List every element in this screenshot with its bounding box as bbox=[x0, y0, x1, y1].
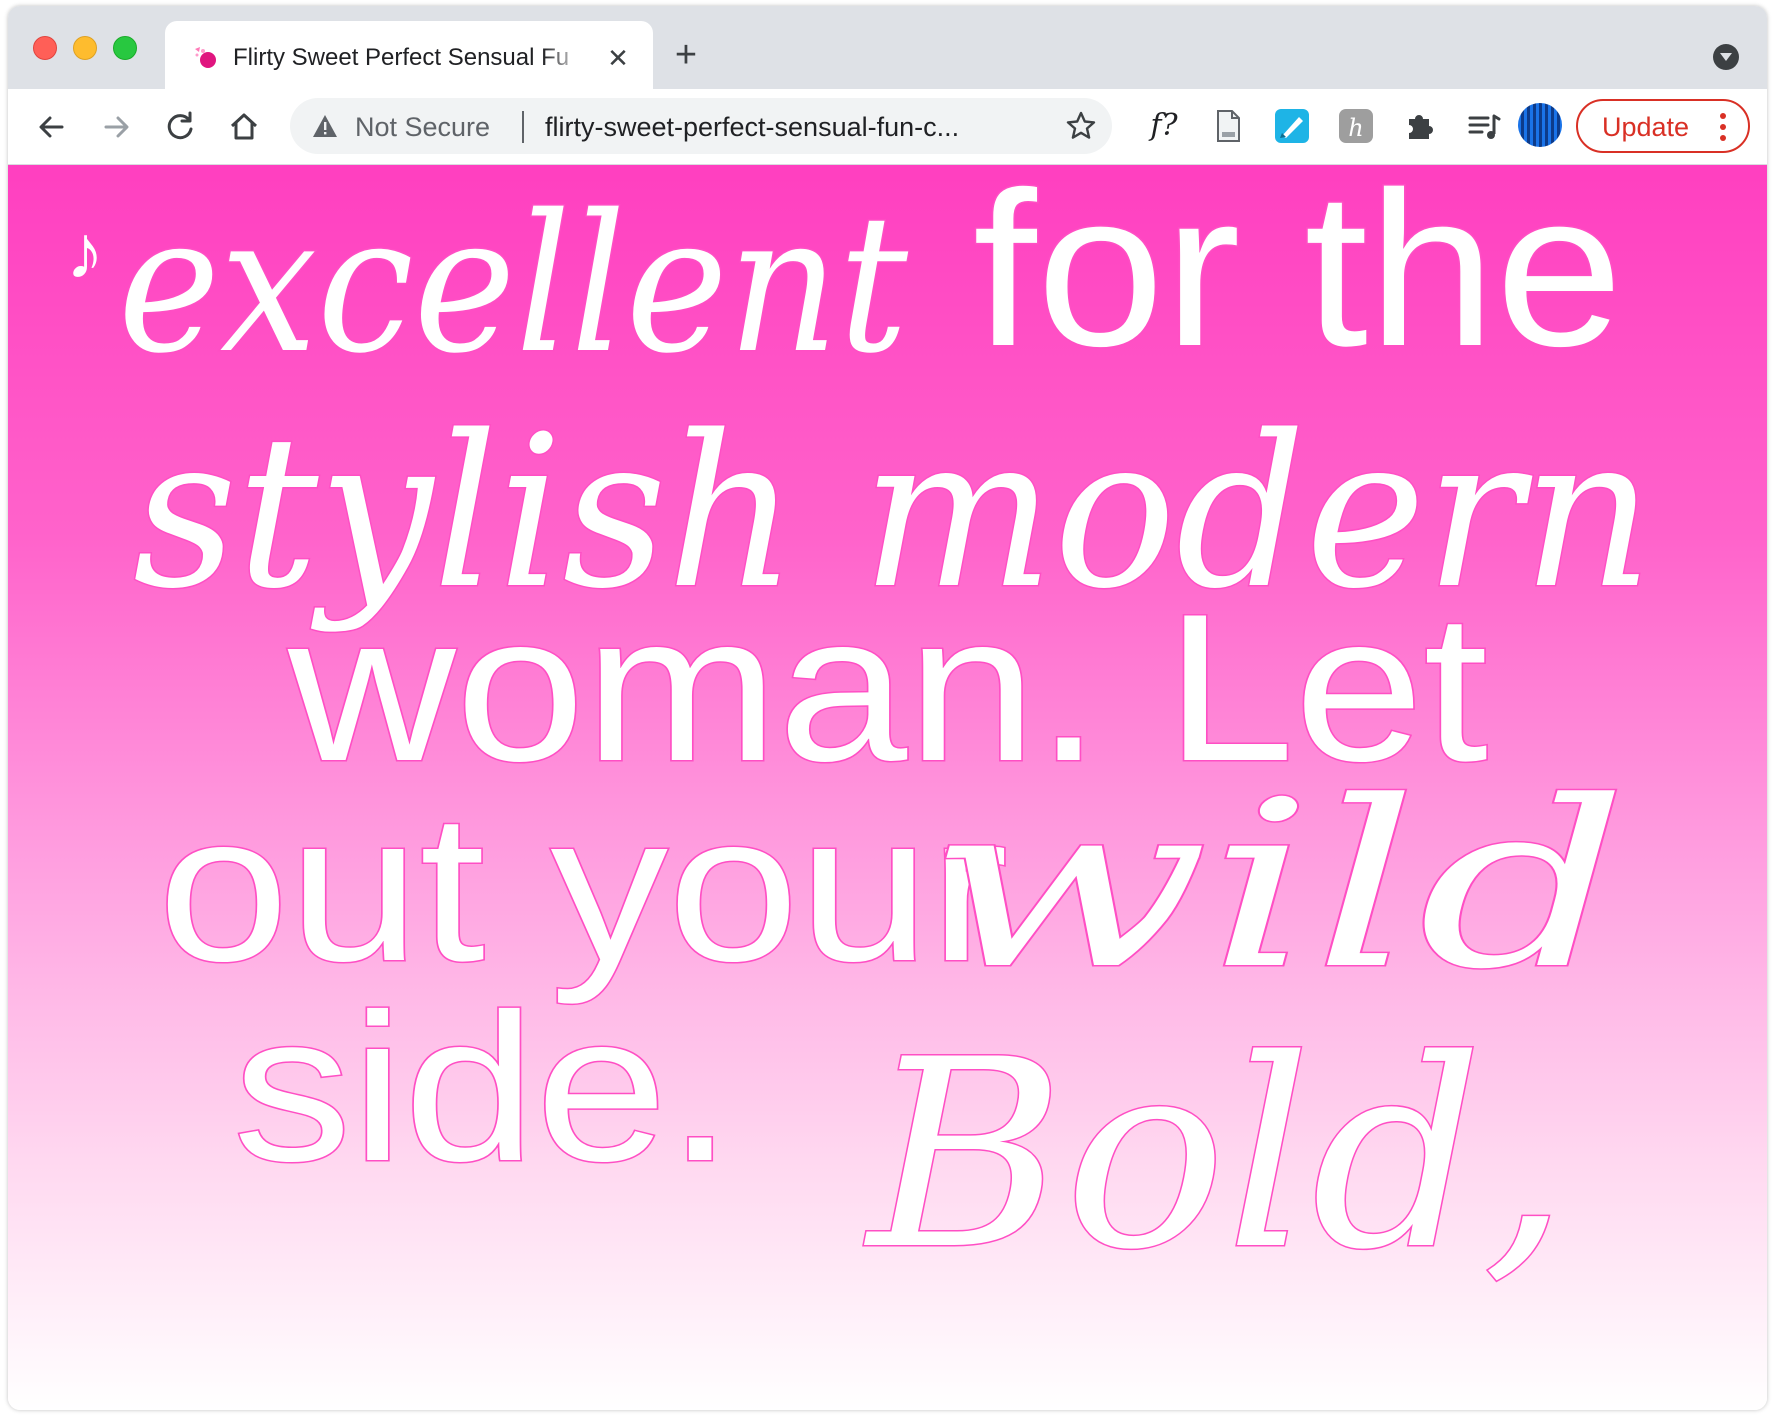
browser-window: Flirty Sweet Perfect Sensual Fu ✕ + Not … bbox=[8, 6, 1767, 1410]
star-icon[interactable] bbox=[1065, 110, 1097, 142]
puzzle-icon[interactable] bbox=[1400, 106, 1440, 146]
poster-line4-script: wild bbox=[928, 753, 1628, 1020]
tab-strip: Flirty Sweet Perfect Sensual Fu ✕ + bbox=[8, 6, 1767, 89]
browser-toolbar: Not Secure flirty-sweet-perfect-sensual-… bbox=[8, 89, 1767, 165]
update-label: Update bbox=[1602, 112, 1690, 142]
new-tab-button[interactable]: + bbox=[668, 36, 704, 74]
more-vert-icon bbox=[1720, 113, 1726, 141]
tab-title: Flirty Sweet Perfect Sensual Fu bbox=[233, 44, 570, 71]
h-extension-icon[interactable]: h bbox=[1336, 106, 1376, 146]
update-button[interactable]: Update bbox=[1576, 99, 1750, 153]
svg-text:h: h bbox=[1348, 114, 1363, 142]
home-icon bbox=[230, 113, 258, 140]
music-note-icon: ♪ bbox=[66, 210, 104, 295]
poster-line5-sans: side. bbox=[233, 970, 733, 1205]
pen-extension-icon[interactable] bbox=[1272, 106, 1312, 146]
address-divider bbox=[522, 111, 524, 143]
arrow-left-icon bbox=[39, 116, 64, 138]
poster-image: excellent for the stylish modern woman. … bbox=[117, 165, 1655, 1309]
window-minimize-button[interactable] bbox=[73, 36, 97, 60]
reload-button[interactable] bbox=[160, 107, 200, 147]
forward-button[interactable] bbox=[96, 107, 136, 147]
document-icon[interactable] bbox=[1208, 106, 1248, 146]
reading-list-icon[interactable] bbox=[1464, 106, 1504, 146]
security-status[interactable]: Not Secure bbox=[355, 111, 490, 143]
profile-avatar[interactable] bbox=[1518, 103, 1562, 147]
address-bar[interactable]: Not Secure flirty-sweet-perfect-sensual-… bbox=[290, 98, 1112, 154]
url-text[interactable]: flirty-sweet-perfect-sensual-fun-c... bbox=[545, 111, 1035, 143]
warning-icon bbox=[313, 115, 337, 137]
arrow-right-icon bbox=[104, 116, 129, 138]
poster-line1-sans: for the bbox=[973, 165, 1623, 392]
font-question-icon[interactable]: f? bbox=[1144, 106, 1184, 146]
poster-line1-script: excellent bbox=[118, 174, 909, 395]
back-button[interactable] bbox=[32, 107, 72, 147]
poster-line5-script: Bold, bbox=[864, 1005, 1568, 1307]
page-content: excellent for the stylish modern woman. … bbox=[8, 165, 1767, 1410]
tab-close-icon[interactable]: ✕ bbox=[603, 43, 633, 73]
reload-icon bbox=[167, 111, 193, 140]
window-maximize-button[interactable] bbox=[113, 36, 137, 60]
home-button[interactable] bbox=[224, 107, 264, 147]
pink-heart-favicon bbox=[195, 47, 216, 68]
window-close-button[interactable] bbox=[33, 36, 57, 60]
tab-search-icon[interactable] bbox=[1713, 44, 1739, 70]
active-tab[interactable]: Flirty Sweet Perfect Sensual Fu ✕ bbox=[165, 21, 653, 89]
